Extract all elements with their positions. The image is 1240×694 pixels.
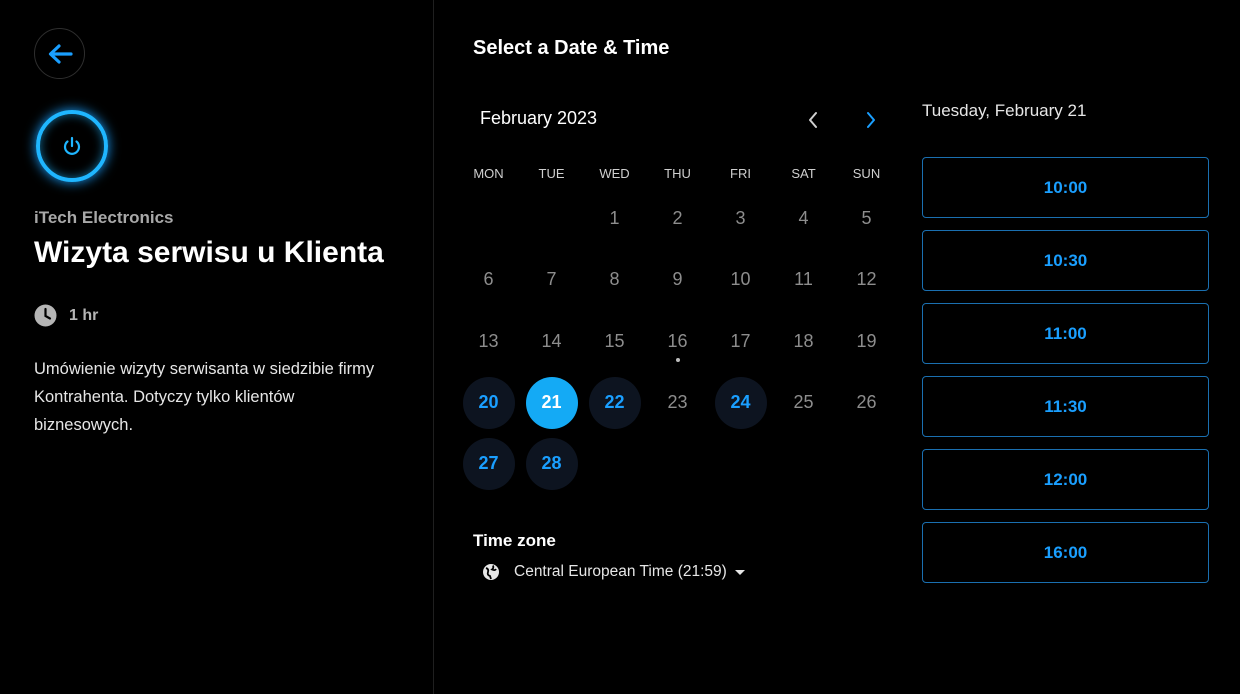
day-number: 21 [525, 376, 578, 429]
scheduler-panel: Select a Date & Time February 2023 MON TU… [435, 0, 1240, 694]
day-number: 5 [861, 208, 872, 229]
day-number: 6 [483, 269, 494, 290]
day-number: 10 [730, 269, 751, 290]
day-2: 2 [646, 188, 709, 249]
day-number: 18 [793, 330, 814, 351]
day-number: 2 [672, 208, 683, 229]
day-number: 23 [667, 392, 688, 413]
day-19: 19 [835, 311, 898, 372]
day-number: 13 [478, 330, 499, 351]
day-6: 6 [457, 249, 520, 310]
day-10: 10 [709, 249, 772, 310]
time-slot-button[interactable]: 10:30 [922, 230, 1209, 291]
time-slot-button[interactable]: 11:00 [922, 303, 1209, 364]
day-7: 7 [520, 249, 583, 310]
event-details-panel: iTech Electronics Wizyta serwisu u Klien… [0, 0, 434, 694]
day-27[interactable]: 27 [457, 433, 520, 494]
weekday-wed: WED [599, 166, 630, 181]
prev-month-button[interactable] [799, 106, 827, 134]
timezone-value: Central European Time (21:59) [514, 563, 727, 580]
weekday-mon: MON [473, 166, 504, 181]
time-slot-button[interactable]: 12:00 [922, 449, 1209, 510]
day-26: 26 [835, 372, 898, 433]
day-number: 12 [856, 269, 877, 290]
time-slot-button[interactable]: 10:00 [922, 157, 1209, 218]
weekday-sat: SAT [791, 166, 816, 181]
duration-label: 1 hr [69, 306, 99, 324]
arrow-left-icon [48, 43, 73, 64]
time-slot-list: 10:00 10:30 11:00 11:30 12:00 16:00 [922, 157, 1209, 595]
weekday-header: MON TUE WED THU FRI SAT SUN [457, 166, 898, 181]
duration: 1 hr [34, 304, 98, 327]
globe-icon [483, 564, 499, 580]
day-number: 26 [856, 392, 877, 413]
day-number: 8 [609, 269, 620, 290]
empty-cell [520, 188, 583, 249]
day-14: 14 [520, 311, 583, 372]
time-slot-button[interactable]: 16:00 [922, 522, 1209, 583]
day-number: 20 [462, 376, 515, 429]
day-number: 17 [730, 330, 751, 351]
day-1: 1 [583, 188, 646, 249]
day-8: 8 [583, 249, 646, 310]
back-button[interactable] [34, 28, 85, 79]
day-number: 1 [609, 208, 620, 229]
power-icon [63, 136, 81, 155]
day-20[interactable]: 20 [457, 372, 520, 433]
next-month-button[interactable] [857, 106, 885, 134]
day-28[interactable]: 28 [520, 433, 583, 494]
day-number: 11 [794, 269, 813, 290]
month-label: February 2023 [480, 108, 598, 128]
day-11: 11 [772, 249, 835, 310]
day-number: 14 [541, 330, 562, 351]
day-number: 15 [604, 330, 625, 351]
day-number: 3 [735, 208, 746, 229]
today-indicator [675, 357, 680, 362]
weekday-fri: FRI [730, 166, 751, 181]
caret-down-icon [734, 569, 745, 575]
day-number: 7 [546, 269, 557, 290]
day-number: 4 [798, 208, 809, 229]
weekday-tue: TUE [538, 166, 565, 181]
day-number: 24 [714, 376, 767, 429]
day-4: 4 [772, 188, 835, 249]
event-title: Wizyta serwisu u Klienta [34, 236, 384, 269]
empty-cell [457, 188, 520, 249]
day-22[interactable]: 22 [583, 372, 646, 433]
chevron-left-icon [809, 112, 817, 128]
day-23: 23 [646, 372, 709, 433]
day-number: 19 [856, 330, 877, 351]
company-name: iTech Electronics [34, 208, 174, 227]
chevron-right-icon [867, 112, 875, 128]
day-25: 25 [772, 372, 835, 433]
day-number: 9 [672, 269, 683, 290]
day-5: 5 [835, 188, 898, 249]
day-9: 9 [646, 249, 709, 310]
page-title: Select a Date & Time [473, 37, 670, 59]
weekday-thu: THU [664, 166, 691, 181]
day-number: 28 [525, 437, 578, 490]
day-24[interactable]: 24 [709, 372, 772, 433]
clock-icon [34, 304, 57, 327]
weekday-sun: SUN [852, 166, 881, 181]
selected-date-label: Tuesday, February 21 [922, 101, 1087, 120]
day-12: 12 [835, 249, 898, 310]
time-slot-button[interactable]: 11:30 [922, 376, 1209, 437]
day-3: 3 [709, 188, 772, 249]
day-16: 16 [646, 311, 709, 372]
event-description: Umówienie wizyty serwisanta w siedzibie … [34, 360, 375, 434]
day-13: 13 [457, 311, 520, 372]
timezone-label: Time zone [473, 531, 556, 550]
day-21[interactable]: 21 [520, 372, 583, 433]
day-number: 22 [588, 376, 641, 429]
company-logo [36, 110, 108, 182]
timezone-select[interactable]: Central European Time (21:59) [482, 563, 745, 581]
day-17: 17 [709, 311, 772, 372]
day-number: 25 [793, 392, 814, 413]
day-number: 27 [462, 437, 515, 490]
day-15: 15 [583, 311, 646, 372]
calendar-grid: 1 2 3 4 5 6 7 8 9 10 11 12 13 14 15 16 17 18 19 20 21 22 23 24 2… [457, 188, 898, 494]
day-18: 18 [772, 311, 835, 372]
